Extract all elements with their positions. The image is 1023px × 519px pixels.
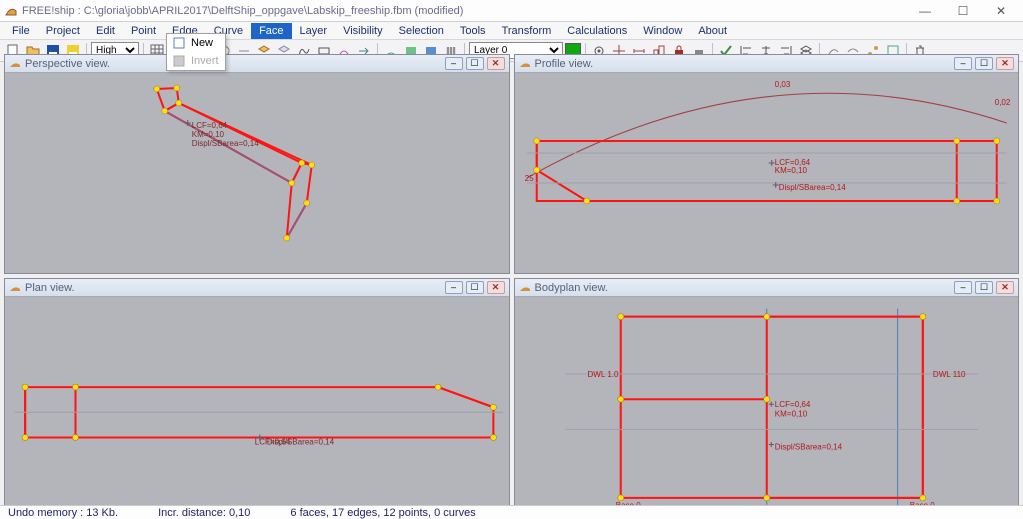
menu-transform[interactable]: Transform xyxy=(494,23,560,39)
bodyplan-header[interactable]: Bodyplan view. – ☐ ✕ xyxy=(515,279,1019,297)
svg-text:Displ/SBarea=0,14: Displ/SBarea=0,14 xyxy=(267,438,335,447)
bodyplan-view: Bodyplan view. – ☐ ✕ DWL 1.0 D xyxy=(514,278,1020,512)
plan-header[interactable]: Plan view. – ☐ ✕ xyxy=(5,279,509,297)
maximize-button[interactable]: ☐ xyxy=(953,4,973,18)
profile-view: Profile view. – ☐ ✕ LCF=0,64 xyxy=(514,54,1020,274)
svg-text:DWL 1.0: DWL 1.0 xyxy=(587,370,619,379)
status-memory: Undo memory : 13 Kb. xyxy=(8,507,118,519)
svg-text:Displ/SBarea=0,14: Displ/SBarea=0,14 xyxy=(774,443,842,452)
vp-max-button[interactable]: ☐ xyxy=(466,281,484,294)
vp-close-button[interactable]: ✕ xyxy=(996,57,1014,70)
menu-selection[interactable]: Selection xyxy=(391,23,452,39)
window-controls: — ☐ ✕ xyxy=(915,4,1019,18)
face-invert-label: Invert xyxy=(191,55,219,67)
vp-max-button[interactable]: ☐ xyxy=(466,57,484,70)
status-increment: Incr. distance: 0,10 xyxy=(158,507,250,519)
ship-icon xyxy=(9,282,21,294)
menu-calculations[interactable]: Calculations xyxy=(559,23,635,39)
vp-min-button[interactable]: – xyxy=(954,281,972,294)
ship-icon xyxy=(9,58,21,70)
viewport-controls: – ☐ ✕ xyxy=(445,57,505,70)
menu-file[interactable]: File xyxy=(4,23,38,39)
app-icon xyxy=(4,4,18,18)
menu-point[interactable]: Point xyxy=(123,23,164,39)
menu-layer[interactable]: Layer xyxy=(292,23,336,39)
face-new-label: New xyxy=(191,37,213,49)
ship-icon xyxy=(519,282,531,294)
window-title: FREE!ship : C:\gloria\jobb\APRIL2017\Del… xyxy=(22,5,915,17)
svg-text:DWL 110: DWL 110 xyxy=(932,370,965,379)
svg-text:KM=0,10: KM=0,10 xyxy=(774,166,807,175)
svg-text:25: 25 xyxy=(524,174,533,183)
vp-min-button[interactable]: – xyxy=(954,57,972,70)
menubar: File Project Edit Point Edge Curve Face … xyxy=(0,22,1023,40)
minimize-button[interactable]: — xyxy=(915,4,935,18)
viewport-controls: – ☐ ✕ xyxy=(954,57,1014,70)
face-new-item[interactable]: New xyxy=(167,34,225,52)
viewports: Perspective view. – ☐ ✕ LCF=0,64 xyxy=(4,54,1019,503)
menu-tools[interactable]: Tools xyxy=(452,23,494,39)
menu-face[interactable]: Face xyxy=(251,23,291,39)
svg-text:0,03: 0,03 xyxy=(774,80,790,89)
svg-text:Displ/SBarea=0,14: Displ/SBarea=0,14 xyxy=(192,139,259,148)
invert-face-icon xyxy=(171,54,187,68)
profile-header[interactable]: Profile view. – ☐ ✕ xyxy=(515,55,1019,73)
svg-text:KM=0,10: KM=0,10 xyxy=(774,409,807,418)
vp-min-button[interactable]: – xyxy=(445,281,463,294)
menu-visibility[interactable]: Visibility xyxy=(335,23,391,39)
vp-close-button[interactable]: ✕ xyxy=(996,281,1014,294)
plan-canvas[interactable]: LCF=0,64 Displ/SBarea=0,14 xyxy=(5,297,509,511)
svg-text:Displ/SBarea=0,14: Displ/SBarea=0,14 xyxy=(778,183,845,192)
menu-project[interactable]: Project xyxy=(38,23,88,39)
ship-icon xyxy=(519,58,531,70)
svg-text:LCF=0,64: LCF=0,64 xyxy=(774,400,810,409)
plan-view: Plan view. – ☐ ✕ LCF=0,64 Displ/SBarea=0… xyxy=(4,278,510,512)
perspective-title: Perspective view. xyxy=(25,58,445,70)
statusbar: Undo memory : 13 Kb. Incr. distance: 0,1… xyxy=(0,505,1023,519)
perspective-canvas[interactable]: LCF=0,64 KM=0,10 Displ/SBarea=0,14 xyxy=(5,73,509,273)
vp-close-button[interactable]: ✕ xyxy=(487,57,505,70)
perspective-view: Perspective view. – ☐ ✕ LCF=0,64 xyxy=(4,54,510,274)
svg-text:KM=0,10: KM=0,10 xyxy=(192,130,225,139)
perspective-header[interactable]: Perspective view. – ☐ ✕ xyxy=(5,55,509,73)
vp-min-button[interactable]: – xyxy=(445,57,463,70)
new-face-icon xyxy=(171,36,187,50)
vp-max-button[interactable]: ☐ xyxy=(975,281,993,294)
face-invert-item: Invert xyxy=(167,52,225,70)
svg-text:0,02: 0,02 xyxy=(994,98,1010,107)
menu-about[interactable]: About xyxy=(690,23,735,39)
titlebar: FREE!ship : C:\gloria\jobb\APRIL2017\Del… xyxy=(0,0,1023,22)
vp-max-button[interactable]: ☐ xyxy=(975,57,993,70)
close-button[interactable]: ✕ xyxy=(991,4,1011,18)
bodyplan-canvas[interactable]: DWL 1.0 DWL 110 LCF=0,64 KM=0,10 Displ/S… xyxy=(515,297,1019,511)
profile-canvas[interactable]: LCF=0,64 KM=0,10 Displ/SBarea=0,14 0,03 … xyxy=(515,73,1019,273)
profile-title: Profile view. xyxy=(535,58,955,70)
face-dropdown: New Invert xyxy=(166,33,226,71)
svg-text:LCF=0,64: LCF=0,64 xyxy=(192,121,228,130)
vp-close-button[interactable]: ✕ xyxy=(487,281,505,294)
menu-window[interactable]: Window xyxy=(635,23,690,39)
status-geometry: 6 faces, 17 edges, 12 points, 0 curves xyxy=(290,507,475,519)
plan-title: Plan view. xyxy=(25,282,445,294)
menu-edit[interactable]: Edit xyxy=(88,23,123,39)
bodyplan-title: Bodyplan view. xyxy=(535,282,955,294)
viewport-controls: – ☐ ✕ xyxy=(954,281,1014,294)
viewport-controls: – ☐ ✕ xyxy=(445,281,505,294)
